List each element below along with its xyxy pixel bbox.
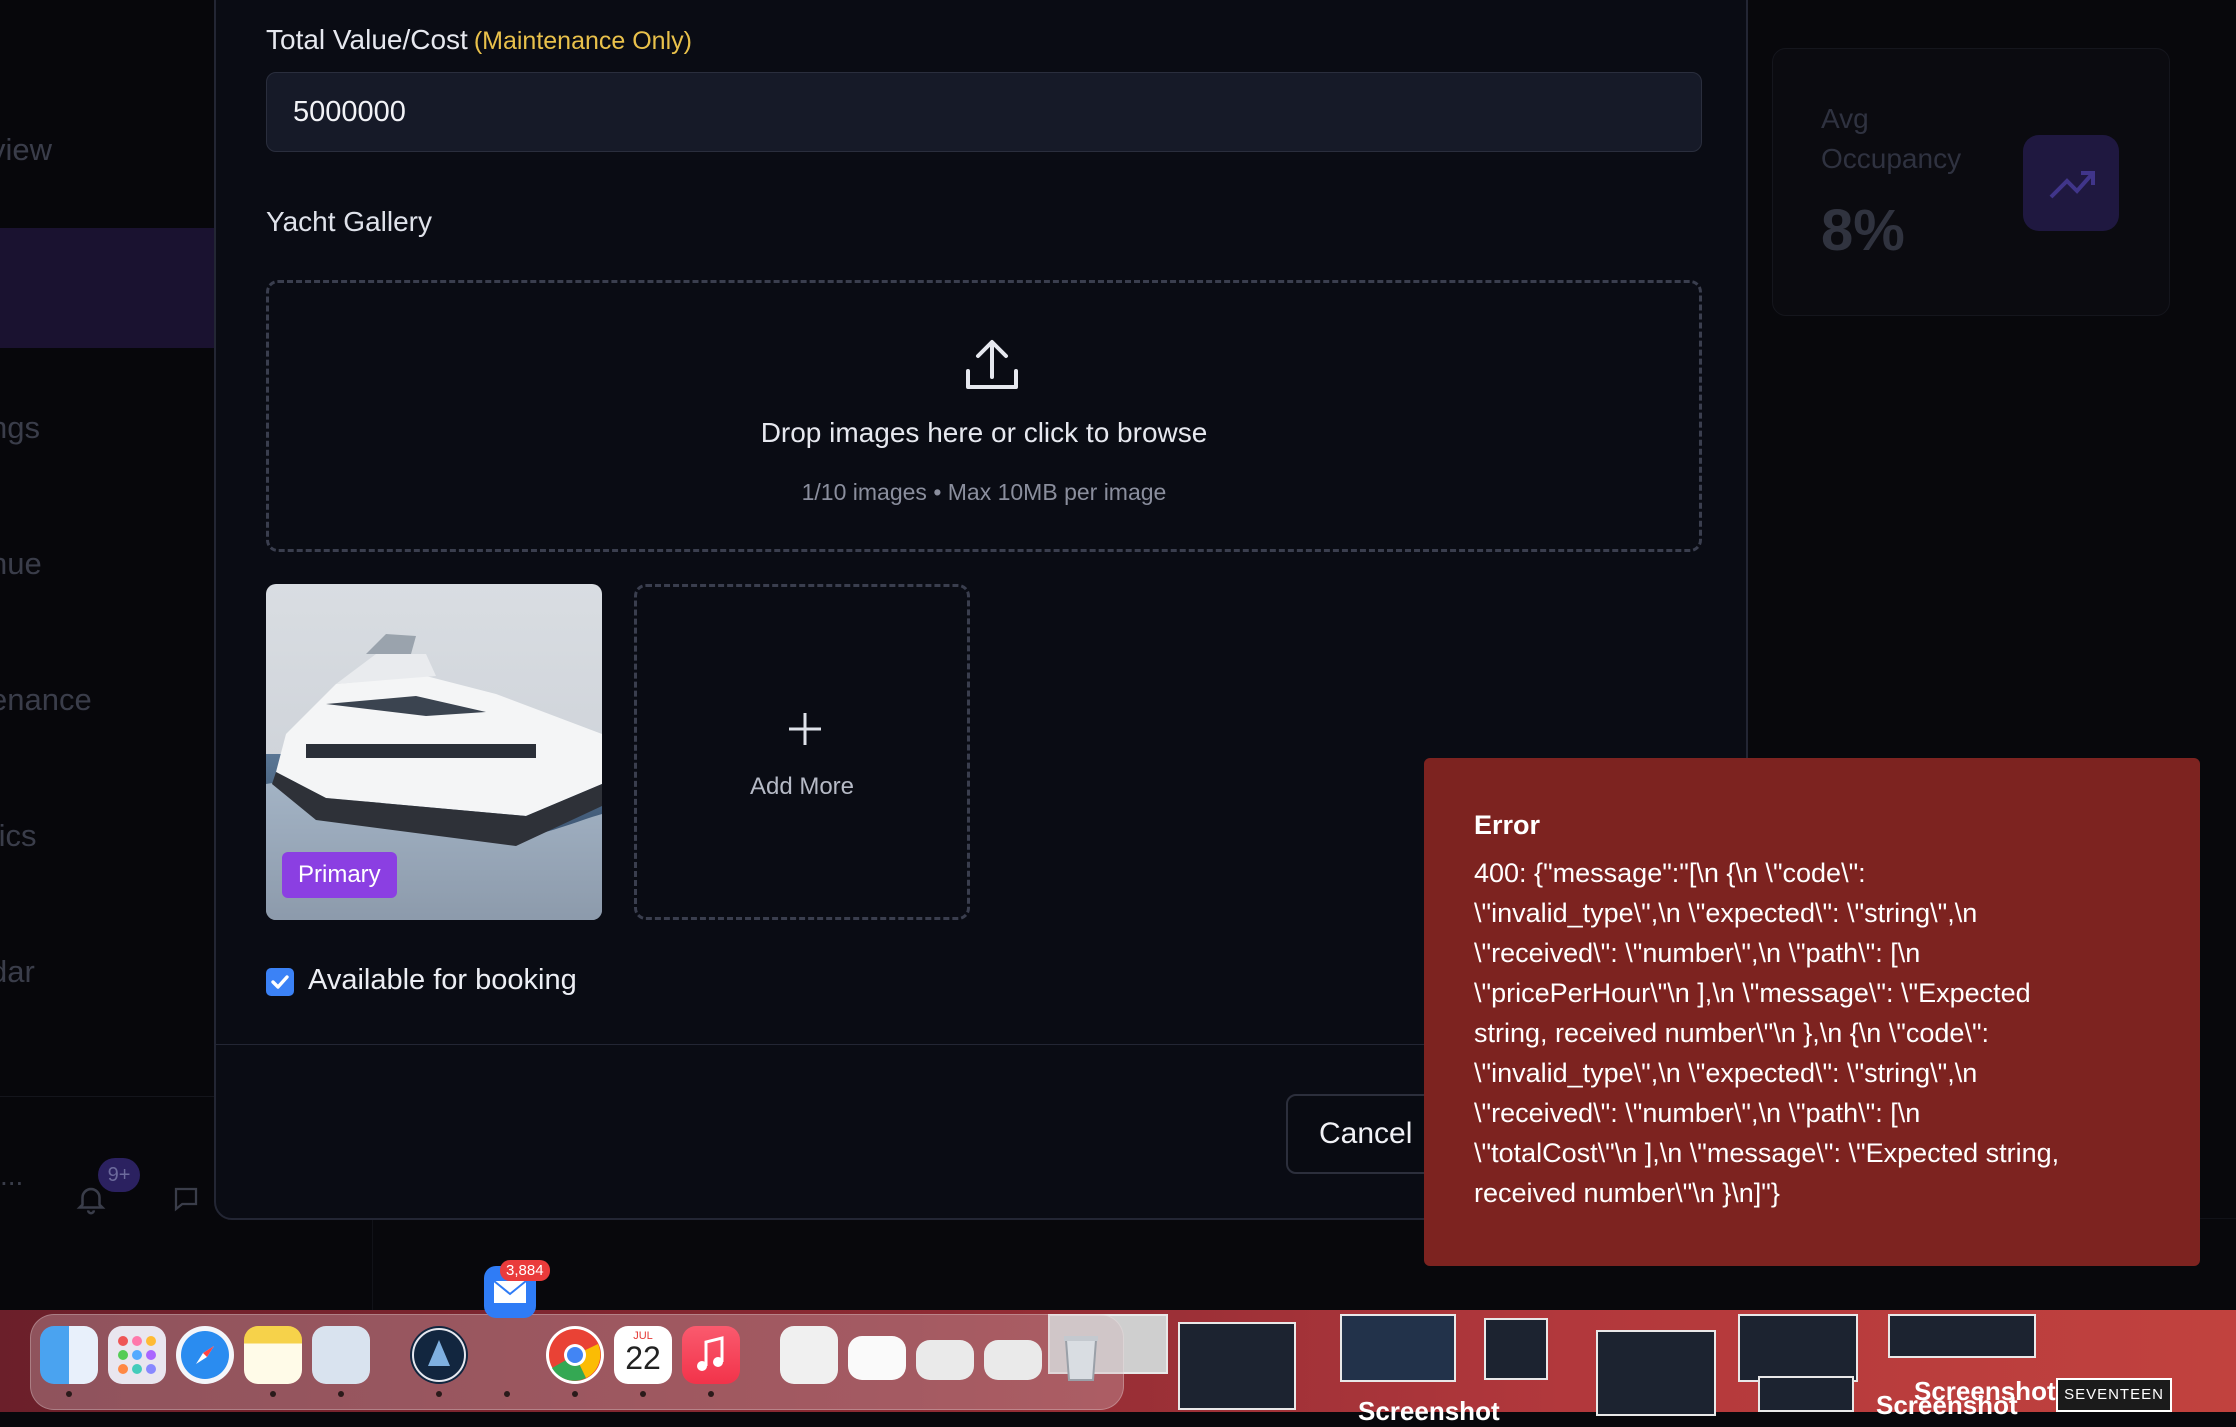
desktop-file-thumbnail[interactable] — [1484, 1318, 1548, 1380]
toast-message: 400: {"message":"[\n {\n \"code\": \"inv… — [1474, 858, 2060, 1208]
sidebar-item-calendar[interactable]: dar — [0, 954, 35, 990]
dock-running-indicator — [708, 1391, 714, 1397]
stat-value: 8% — [1821, 198, 1905, 263]
yacht-gallery-label: Yacht Gallery — [266, 206, 432, 237]
total-value-label: Total Value/Cost (Maintenance Only) — [266, 24, 692, 56]
preview-icon[interactable] — [312, 1326, 370, 1384]
calendar-icon[interactable]: JUL 22 — [614, 1326, 672, 1384]
primary-badge: Primary — [282, 852, 397, 898]
sidebar-item-bookings[interactable]: ngs — [0, 410, 40, 446]
sidebar-item-analytics[interactable]: tics — [0, 818, 37, 854]
upload-icon — [966, 340, 1018, 389]
trending-up-icon — [2023, 135, 2119, 231]
stat-label: Avg Occupancy — [1821, 103, 1962, 174]
calendar-doc-icon[interactable] — [848, 1336, 906, 1380]
dock-running-indicator — [572, 1391, 578, 1397]
add-more-label: Add More — [749, 773, 855, 800]
image-dropzone[interactable]: Drop images here or click to browse 1/10… — [266, 280, 1702, 552]
sidebar-border — [372, 1218, 373, 1310]
desktop-file-thumbnail[interactable] — [1758, 1376, 1854, 1412]
error-toast[interactable]: Error 400: {"message":"[\n {\n \"code\":… — [1424, 758, 2200, 1266]
launchpad-icon[interactable] — [108, 1326, 166, 1384]
seventeen-thumbnail[interactable]: SEVENTEEN — [2056, 1378, 2172, 1412]
finder-icon[interactable] — [40, 1326, 98, 1384]
dropzone-title: Drop images here or click to browse — [760, 417, 1208, 448]
total-value-label-text: Total Value/Cost — [266, 24, 468, 55]
add-more-button[interactable]: Add More — [634, 584, 970, 920]
plus-icon — [789, 713, 821, 745]
chrome-icon[interactable] — [546, 1326, 604, 1384]
sidebar-item-overview[interactable]: view — [0, 132, 52, 168]
dropzone-subtitle: 1/10 images • Max 10MB per image — [801, 479, 1167, 505]
dock-running-indicator — [270, 1391, 276, 1397]
total-value-input[interactable] — [266, 72, 1702, 152]
dock-running-indicator — [66, 1391, 72, 1397]
check-icon — [271, 975, 289, 989]
folder-icon[interactable] — [916, 1340, 974, 1380]
sidebar-item-maintenance[interactable]: enance — [0, 682, 92, 718]
yacht-image-thumbnail[interactable]: Primary — [266, 584, 602, 920]
pdf-doc-icon[interactable] — [780, 1326, 838, 1384]
folder-icon[interactable] — [984, 1340, 1042, 1380]
desktop-file-thumbnail[interactable] — [1738, 1314, 1858, 1382]
desktop-file-thumbnail[interactable] — [1178, 1322, 1296, 1410]
notes-icon[interactable] — [244, 1326, 302, 1384]
calendar-day: 22 — [625, 1340, 661, 1376]
dock-running-indicator — [338, 1391, 344, 1397]
desktop-file-thumbnail[interactable] — [1888, 1314, 2036, 1358]
desktop-file-thumbnail[interactable] — [1596, 1330, 1716, 1416]
chat-icon[interactable] — [170, 1184, 202, 1214]
dock-running-indicator — [504, 1391, 510, 1397]
safari-icon[interactable] — [176, 1326, 234, 1384]
music-icon[interactable] — [682, 1326, 740, 1384]
available-for-booking-label[interactable]: Available for booking — [308, 964, 577, 997]
desktop-file-thumbnail[interactable] — [1340, 1314, 1456, 1382]
app-icon[interactable] — [410, 1326, 468, 1384]
toast-title: Error — [1474, 810, 1541, 840]
dock-running-indicator — [436, 1391, 442, 1397]
user-menu-ellipsis[interactable]: ... — [0, 1160, 23, 1192]
sidebar-item-revenue[interactable]: nue — [0, 546, 42, 582]
available-for-booking-checkbox[interactable] — [266, 968, 294, 996]
maintenance-only-hint: (Maintenance Only) — [473, 27, 692, 55]
desktop-file-caption[interactable]: Screenshot — [1914, 1376, 2056, 1407]
mail-badge: 3,884 — [500, 1260, 550, 1281]
dock-running-indicator — [640, 1391, 646, 1397]
avg-occupancy-card: Avg Occupancy 8% — [1772, 48, 2170, 316]
trash-icon[interactable] — [1052, 1326, 1110, 1384]
notification-badge: 9+ — [98, 1158, 140, 1192]
